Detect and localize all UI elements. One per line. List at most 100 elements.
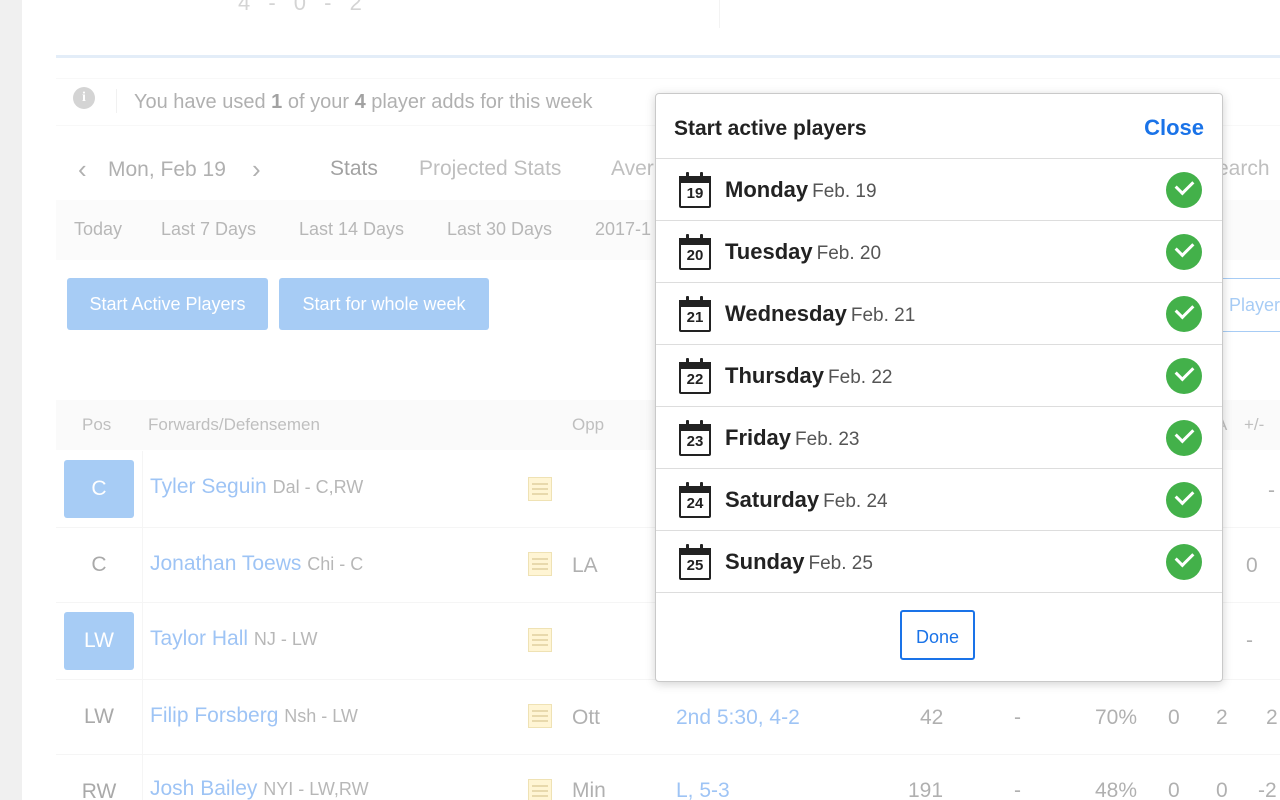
day-row-tuesday[interactable]: 20 Tuesday Feb. 20 — [656, 221, 1222, 283]
tab-averages[interactable]: Aver — [611, 157, 654, 181]
opponent: Min — [572, 779, 606, 800]
day-date: Feb. 23 — [795, 429, 860, 450]
score-summary: 4 - 0 - 2 — [238, 0, 368, 15]
day-label: Sunday Feb. 25 — [725, 549, 873, 574]
modal-title: Start active players — [674, 117, 867, 140]
day-row-friday[interactable]: 23 Friday Feb. 23 — [656, 407, 1222, 469]
col-name: Forwards/Defensemen — [148, 415, 320, 434]
calendar-icon: 23 — [679, 420, 711, 456]
stat-rank: 191 — [908, 779, 944, 800]
start-active-players-modal: Start active players Close 19 Monday Feb. … — [655, 93, 1223, 682]
position-label: LW — [84, 705, 114, 728]
player-name[interactable]: Jonathan Toews Chi - C — [150, 552, 363, 576]
tab-research[interactable]: earch — [1217, 157, 1270, 181]
stat-a: 0 — [1216, 779, 1228, 800]
notes-icon[interactable] — [528, 779, 552, 800]
calendar-icon: 24 — [679, 482, 711, 518]
range-season[interactable]: 2017-1 — [595, 219, 651, 240]
check-circle-icon[interactable] — [1166, 234, 1202, 270]
day-label: Thursday Feb. 22 — [725, 363, 893, 388]
day-date: Feb. 25 — [808, 553, 873, 574]
day-date: Feb. 24 — [823, 491, 888, 512]
notice-separator — [116, 89, 117, 113]
tab-projected-stats[interactable]: Projected Stats — [419, 157, 561, 181]
notes-icon[interactable] — [528, 704, 552, 728]
stat-a: 2 — [1216, 706, 1228, 729]
player-name[interactable]: Filip Forsberg Nsh - LW — [150, 704, 358, 728]
day-row-saturday[interactable]: 24 Saturday Feb. 24 — [656, 469, 1222, 531]
notes-icon[interactable] — [528, 477, 552, 501]
stat-a: - — [1246, 629, 1253, 652]
day-label: Wednesday Feb. 21 — [725, 301, 916, 326]
notice-text: You have used 1 of your 4 player adds fo… — [134, 91, 593, 113]
close-button[interactable]: Close — [1144, 115, 1204, 141]
day-label: Saturday Feb. 24 — [725, 487, 888, 512]
calendar-icon: 20 — [679, 234, 711, 270]
stat-plus-minus: 2 — [1266, 706, 1278, 729]
notes-icon[interactable] — [528, 628, 552, 652]
day-row-thursday[interactable]: 22 Thursday Feb. 22 — [656, 345, 1222, 407]
next-date-icon[interactable]: › — [252, 154, 261, 185]
day-label: Monday Feb. 19 — [725, 177, 877, 202]
stat-owned-pct: 70% — [1095, 706, 1138, 729]
stat-g: 0 — [1168, 706, 1180, 729]
stat-g: 0 — [1168, 779, 1180, 800]
range-last-30[interactable]: Last 30 Days — [447, 219, 552, 240]
start-whole-week-button[interactable]: Start for whole week — [279, 278, 489, 330]
game-status-link[interactable]: 2nd 5:30, 4-2 — [676, 706, 800, 730]
player-name[interactable]: Tyler Seguin Dal - C,RW — [150, 475, 363, 499]
stat-a: 0 — [1246, 554, 1258, 577]
calendar-icon: 19 — [679, 172, 711, 208]
add-player-button[interactable]: Player — [1218, 278, 1280, 332]
stat-owned-pct: 48% — [1095, 779, 1138, 800]
check-circle-icon[interactable] — [1166, 296, 1202, 332]
check-circle-icon[interactable] — [1166, 358, 1202, 394]
position-label: RW — [81, 780, 117, 800]
header-divider — [719, 0, 720, 28]
table-row: RW Josh Bailey NYI - LW,RW Min L, 5-3 19… — [56, 755, 1280, 800]
stat-plus-minus: -2 — [1258, 779, 1277, 800]
col-plus-minus: +/- — [1244, 415, 1265, 434]
day-row-sunday[interactable]: 25 Sunday Feb. 25 — [656, 531, 1222, 593]
day-date: Feb. 19 — [812, 181, 877, 202]
stat-dash: - — [1014, 706, 1021, 729]
position-badge[interactable]: C — [64, 460, 134, 518]
check-circle-icon[interactable] — [1166, 172, 1202, 208]
day-row-wednesday[interactable]: 21 Wednesday Feb. 21 — [656, 283, 1222, 345]
player-name[interactable]: Josh Bailey NYI - LW,RW — [150, 777, 369, 800]
check-circle-icon[interactable] — [1166, 482, 1202, 518]
opponent: LA — [572, 554, 598, 577]
day-row-monday[interactable]: 19 Monday Feb. 19 — [656, 159, 1222, 221]
range-last-14[interactable]: Last 14 Days — [299, 219, 404, 240]
calendar-icon: 22 — [679, 358, 711, 394]
day-date: Feb. 20 — [816, 243, 882, 264]
stat-rank: 42 — [920, 706, 944, 729]
header-underline — [56, 55, 1280, 58]
calendar-icon: 25 — [679, 544, 711, 580]
col-pos: Pos — [82, 415, 112, 434]
stat-dash: - — [1014, 779, 1021, 800]
range-today[interactable]: Today — [74, 219, 122, 240]
current-date: Mon, Feb 19 — [108, 158, 226, 181]
day-label: Friday Feb. 23 — [725, 425, 860, 450]
day-date: Feb. 21 — [850, 305, 916, 326]
position-label: C — [91, 553, 107, 576]
player-name[interactable]: Taylor Hall NJ - LW — [150, 627, 318, 651]
prev-date-icon[interactable]: ‹ — [78, 154, 87, 185]
game-status-link[interactable]: L, 5-3 — [676, 779, 730, 800]
info-icon: i — [73, 87, 95, 109]
check-circle-icon[interactable] — [1166, 544, 1202, 580]
col-opp: Opp — [572, 415, 605, 434]
stat-plus-minus: - — [1268, 479, 1275, 502]
calendar-icon: 21 — [679, 296, 711, 332]
day-label: Tuesday Feb. 20 — [725, 239, 882, 264]
opponent: Ott — [572, 706, 601, 729]
done-button[interactable]: Done — [900, 610, 975, 660]
check-circle-icon[interactable] — [1166, 420, 1202, 456]
start-active-players-button[interactable]: Start Active Players — [67, 278, 268, 330]
table-row: LW Filip Forsberg Nsh - LW Ott 2nd 5:30,… — [56, 680, 1280, 755]
range-last-7[interactable]: Last 7 Days — [161, 219, 256, 240]
notes-icon[interactable] — [528, 552, 552, 576]
position-badge[interactable]: LW — [64, 612, 134, 670]
tab-stats[interactable]: Stats — [330, 157, 378, 181]
